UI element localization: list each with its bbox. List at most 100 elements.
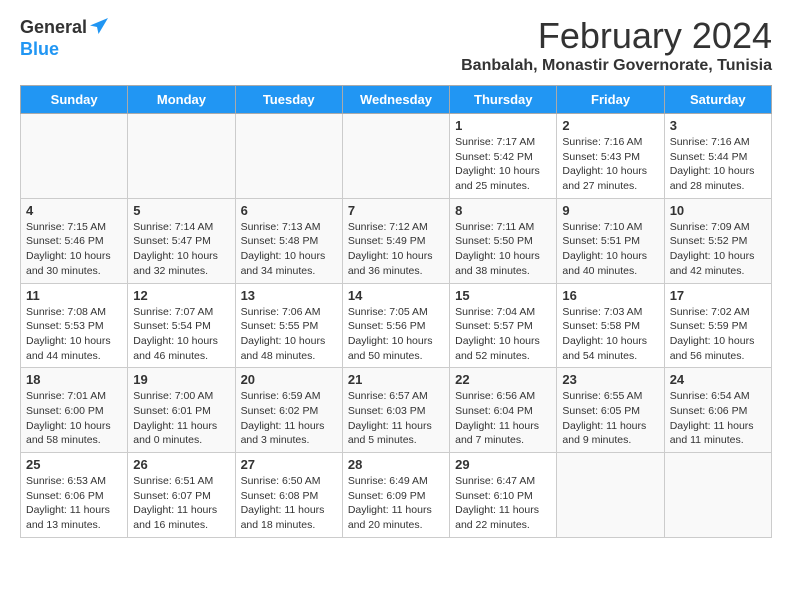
day-info: Sunrise: 6:51 AMSunset: 6:07 PMDaylight:… bbox=[133, 474, 229, 533]
calendar-cell bbox=[557, 453, 664, 538]
day-number: 27 bbox=[241, 457, 337, 472]
day-info: Sunrise: 7:16 AMSunset: 5:44 PMDaylight:… bbox=[670, 135, 766, 194]
calendar-cell: 14 Sunrise: 7:05 AMSunset: 5:56 PMDayligh… bbox=[342, 283, 449, 368]
calendar-cell: 4 Sunrise: 7:15 AMSunset: 5:46 PMDaylight… bbox=[21, 198, 128, 283]
calendar-table: Sunday Monday Tuesday Wednesday Thursday… bbox=[20, 85, 772, 538]
calendar-cell: 3Sunrise: 7:16 AMSunset: 5:44 PMDaylight… bbox=[664, 114, 771, 199]
day-number: 16 bbox=[562, 288, 658, 303]
day-number: 23 bbox=[562, 372, 658, 387]
calendar-cell: 20 Sunrise: 6:59 AMSunset: 6:02 PMDayligh… bbox=[235, 368, 342, 453]
calendar-cell: 28Sunrise: 6:49 AMSunset: 6:09 PMDayligh… bbox=[342, 453, 449, 538]
day-info: Sunrise: 6:56 AMSunset: 6:04 PMDaylight:… bbox=[455, 389, 551, 448]
calendar-cell: 19 Sunrise: 7:00 AMSunset: 6:01 PMDayligh… bbox=[128, 368, 235, 453]
day-number: 8 bbox=[455, 203, 551, 218]
calendar-body: 1 Sunrise: 7:17 AMSunset: 5:42 PMDaylight… bbox=[21, 114, 772, 538]
calendar-cell: 16 Sunrise: 7:03 AMSunset: 5:58 PMDayligh… bbox=[557, 283, 664, 368]
calendar-cell: 7 Sunrise: 7:12 AMSunset: 5:49 PMDaylight… bbox=[342, 198, 449, 283]
calendar-cell: 27 Sunrise: 6:50 AMSunset: 6:08 PMDayligh… bbox=[235, 453, 342, 538]
day-number: 15 bbox=[455, 288, 551, 303]
day-info: Sunrise: 7:02 AMSunset: 5:59 PMDaylight:… bbox=[670, 305, 766, 364]
day-number: 12 bbox=[133, 288, 229, 303]
day-number: 2 bbox=[562, 118, 658, 133]
col-saturday: Saturday bbox=[664, 86, 771, 114]
calendar-cell: 1 Sunrise: 7:17 AMSunset: 5:42 PMDaylight… bbox=[450, 114, 557, 199]
calendar-week-4: 18 Sunrise: 7:01 AMSunset: 6:00 PMDayligh… bbox=[21, 368, 772, 453]
day-info: Sunrise: 6:47 AMSunset: 6:10 PMDaylight:… bbox=[455, 474, 551, 533]
day-info: Sunrise: 7:14 AMSunset: 5:47 PMDaylight:… bbox=[133, 220, 229, 279]
col-thursday: Thursday bbox=[450, 86, 557, 114]
calendar-cell: 26 Sunrise: 6:51 AMSunset: 6:07 PMDayligh… bbox=[128, 453, 235, 538]
calendar-cell: 24 Sunrise: 6:54 AMSunset: 6:06 PMDayligh… bbox=[664, 368, 771, 453]
calendar-cell: 22Sunrise: 6:56 AMSunset: 6:04 PMDayligh… bbox=[450, 368, 557, 453]
day-number: 7 bbox=[348, 203, 444, 218]
day-info: Sunrise: 6:50 AMSunset: 6:08 PMDaylight:… bbox=[241, 474, 337, 533]
calendar-cell bbox=[664, 453, 771, 538]
day-number: 17 bbox=[670, 288, 766, 303]
col-wednesday: Wednesday bbox=[342, 86, 449, 114]
day-info: Sunrise: 7:03 AMSunset: 5:58 PMDaylight:… bbox=[562, 305, 658, 364]
day-info: Sunrise: 6:53 AMSunset: 6:06 PMDaylight:… bbox=[26, 474, 122, 533]
day-info: Sunrise: 6:54 AMSunset: 6:06 PMDaylight:… bbox=[670, 389, 766, 448]
day-info: Sunrise: 7:17 AMSunset: 5:42 PMDaylight:… bbox=[455, 135, 551, 194]
day-number: 10 bbox=[670, 203, 766, 218]
day-number: 29 bbox=[455, 457, 551, 472]
day-number: 4 bbox=[26, 203, 122, 218]
calendar-cell bbox=[128, 114, 235, 199]
calendar-cell: 18 Sunrise: 7:01 AMSunset: 6:00 PMDayligh… bbox=[21, 368, 128, 453]
day-info: Sunrise: 7:05 AMSunset: 5:56 PMDaylight:… bbox=[348, 305, 444, 364]
day-number: 20 bbox=[241, 372, 337, 387]
calendar-cell: 23 Sunrise: 6:55 AMSunset: 6:05 PMDayligh… bbox=[557, 368, 664, 453]
calendar-cell: 11Sunrise: 7:08 AMSunset: 5:53 PMDayligh… bbox=[21, 283, 128, 368]
calendar-header: Sunday Monday Tuesday Wednesday Thursday… bbox=[21, 86, 772, 114]
day-info: Sunrise: 7:12 AMSunset: 5:49 PMDaylight:… bbox=[348, 220, 444, 279]
day-number: 25 bbox=[26, 457, 122, 472]
calendar-cell: 17 Sunrise: 7:02 AMSunset: 5:59 PMDayligh… bbox=[664, 283, 771, 368]
day-info: Sunrise: 7:15 AMSunset: 5:46 PMDaylight:… bbox=[26, 220, 122, 279]
calendar-cell: 29 Sunrise: 6:47 AMSunset: 6:10 PMDayligh… bbox=[450, 453, 557, 538]
header-row: Sunday Monday Tuesday Wednesday Thursday… bbox=[21, 86, 772, 114]
day-info: Sunrise: 7:07 AMSunset: 5:54 PMDaylight:… bbox=[133, 305, 229, 364]
month-title: February 2024 bbox=[461, 15, 772, 57]
day-info: Sunrise: 7:13 AMSunset: 5:48 PMDaylight:… bbox=[241, 220, 337, 279]
day-number: 13 bbox=[241, 288, 337, 303]
page-container: General Blue February 2024 Banbalah, Mon… bbox=[0, 0, 792, 553]
calendar-cell: 2 Sunrise: 7:16 AMSunset: 5:43 PMDaylight… bbox=[557, 114, 664, 199]
day-info: Sunrise: 7:01 AMSunset: 6:00 PMDaylight:… bbox=[26, 389, 122, 448]
day-number: 18 bbox=[26, 372, 122, 387]
day-info: Sunrise: 7:10 AMSunset: 5:51 PMDaylight:… bbox=[562, 220, 658, 279]
day-number: 9 bbox=[562, 203, 658, 218]
day-number: 21 bbox=[348, 372, 444, 387]
calendar-cell: 10Sunrise: 7:09 AMSunset: 5:52 PMDayligh… bbox=[664, 198, 771, 283]
day-info: Sunrise: 7:08 AMSunset: 5:53 PMDaylight:… bbox=[26, 305, 122, 364]
day-number: 24 bbox=[670, 372, 766, 387]
calendar-cell: 9 Sunrise: 7:10 AMSunset: 5:51 PMDaylight… bbox=[557, 198, 664, 283]
calendar-week-5: 25 Sunrise: 6:53 AMSunset: 6:06 PMDayligh… bbox=[21, 453, 772, 538]
col-friday: Friday bbox=[557, 86, 664, 114]
day-info: Sunrise: 7:11 AMSunset: 5:50 PMDaylight:… bbox=[455, 220, 551, 279]
day-number: 1 bbox=[455, 118, 551, 133]
calendar-week-3: 11Sunrise: 7:08 AMSunset: 5:53 PMDayligh… bbox=[21, 283, 772, 368]
day-number: 5 bbox=[133, 203, 229, 218]
calendar-cell: 6Sunrise: 7:13 AMSunset: 5:48 PMDaylight… bbox=[235, 198, 342, 283]
calendar-cell: 21 Sunrise: 6:57 AMSunset: 6:03 PMDayligh… bbox=[342, 368, 449, 453]
day-info: Sunrise: 7:00 AMSunset: 6:01 PMDaylight:… bbox=[133, 389, 229, 448]
day-info: Sunrise: 6:59 AMSunset: 6:02 PMDaylight:… bbox=[241, 389, 337, 448]
day-info: Sunrise: 7:04 AMSunset: 5:57 PMDaylight:… bbox=[455, 305, 551, 364]
col-monday: Monday bbox=[128, 86, 235, 114]
day-number: 14 bbox=[348, 288, 444, 303]
day-number: 26 bbox=[133, 457, 229, 472]
calendar-cell bbox=[235, 114, 342, 199]
col-sunday: Sunday bbox=[21, 86, 128, 114]
calendar-week-1: 1 Sunrise: 7:17 AMSunset: 5:42 PMDaylight… bbox=[21, 114, 772, 199]
calendar-cell: 5 Sunrise: 7:14 AMSunset: 5:47 PMDaylight… bbox=[128, 198, 235, 283]
calendar-cell: 8 Sunrise: 7:11 AMSunset: 5:50 PMDaylight… bbox=[450, 198, 557, 283]
location: Banbalah, Monastir Governorate, Tunisia bbox=[461, 57, 772, 75]
day-number: 19 bbox=[133, 372, 229, 387]
logo-general-text: General bbox=[20, 17, 87, 38]
calendar-cell bbox=[21, 114, 128, 199]
day-number: 28 bbox=[348, 457, 444, 472]
day-info: Sunrise: 6:55 AMSunset: 6:05 PMDaylight:… bbox=[562, 389, 658, 448]
day-info: Sunrise: 6:57 AMSunset: 6:03 PMDaylight:… bbox=[348, 389, 444, 448]
calendar-cell bbox=[342, 114, 449, 199]
day-info: Sunrise: 7:16 AMSunset: 5:43 PMDaylight:… bbox=[562, 135, 658, 194]
